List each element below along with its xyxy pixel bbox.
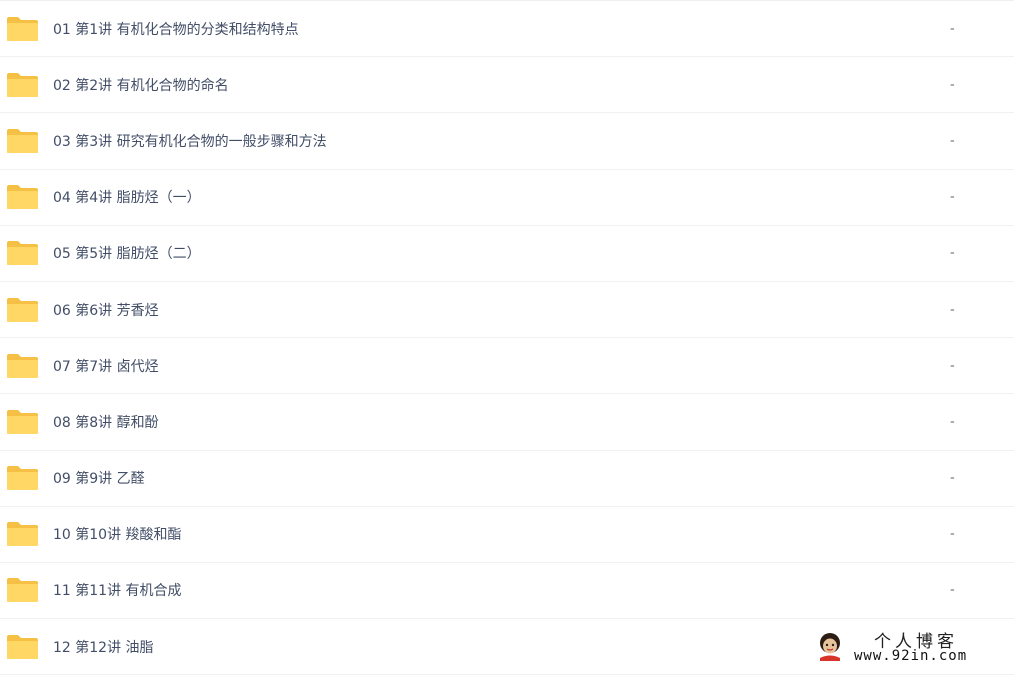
file-row[interactable]: 03 第3讲 研究有机化合物的一般步骤和方法 - (0, 113, 1014, 170)
folder-icon (6, 577, 39, 603)
folder-icon (6, 128, 39, 154)
watermark-logo-icon (816, 631, 844, 661)
file-size: - (950, 358, 955, 374)
file-name[interactable]: 12 第12讲 油脂 (53, 637, 154, 657)
file-row[interactable]: 01 第1讲 有机化合物的分类和结构特点 - (0, 1, 1014, 58)
file-name[interactable]: 07 第7讲 卤代烃 (53, 356, 159, 376)
folder-icon (6, 409, 39, 435)
folder-icon (6, 297, 39, 323)
file-size: - (950, 133, 955, 149)
file-name[interactable]: 03 第3讲 研究有机化合物的一般步骤和方法 (53, 131, 327, 151)
file-size: - (950, 414, 955, 430)
file-row[interactable]: 10 第10讲 羧酸和酯 - (0, 507, 1014, 563)
file-name[interactable]: 10 第10讲 羧酸和酯 (53, 524, 182, 544)
folder-icon (6, 521, 39, 547)
file-size: - (950, 582, 955, 598)
watermark: 个人博客 www.92in.com (810, 627, 1000, 667)
folder-icon (6, 634, 39, 660)
file-row[interactable]: 09 第9讲 乙醛 - (0, 451, 1014, 507)
file-size: - (950, 470, 955, 486)
file-size: - (950, 526, 955, 542)
file-name[interactable]: 08 第8讲 醇和酚 (53, 412, 159, 432)
file-size: - (950, 21, 955, 37)
watermark-url: www.92in.com (854, 648, 968, 664)
file-size: - (950, 302, 955, 318)
file-name[interactable]: 01 第1讲 有机化合物的分类和结构特点 (53, 19, 299, 39)
file-row[interactable]: 07 第7讲 卤代烃 - (0, 338, 1014, 395)
folder-icon (6, 72, 39, 98)
file-size: - (950, 189, 955, 205)
folder-icon (6, 240, 39, 266)
file-name[interactable]: 04 第4讲 脂肪烃（一） (53, 187, 201, 207)
folder-icon (6, 16, 39, 42)
file-row[interactable]: 02 第2讲 有机化合物的命名 - (0, 57, 1014, 114)
file-row[interactable]: 11 第11讲 有机合成 - (0, 563, 1014, 620)
file-row[interactable]: 04 第4讲 脂肪烃（一） - (0, 170, 1014, 226)
folder-icon (6, 353, 39, 379)
file-list: 01 第1讲 有机化合物的分类和结构特点 - 02 第2讲 有机化合物的命名 -… (0, 0, 1014, 675)
file-name[interactable]: 02 第2讲 有机化合物的命名 (53, 75, 229, 95)
file-name[interactable]: 05 第5讲 脂肪烃（二） (53, 243, 201, 263)
folder-icon (6, 465, 39, 491)
file-name[interactable]: 11 第11讲 有机合成 (53, 580, 182, 600)
file-row[interactable]: 05 第5讲 脂肪烃（二） - (0, 226, 1014, 282)
file-name[interactable]: 06 第6讲 芳香烃 (53, 300, 159, 320)
file-name[interactable]: 09 第9讲 乙醛 (53, 468, 145, 488)
folder-icon (6, 184, 39, 210)
file-size: - (950, 77, 955, 93)
file-size: - (950, 245, 955, 261)
file-row[interactable]: 08 第8讲 醇和酚 - (0, 394, 1014, 451)
file-row[interactable]: 06 第6讲 芳香烃 - (0, 282, 1014, 339)
